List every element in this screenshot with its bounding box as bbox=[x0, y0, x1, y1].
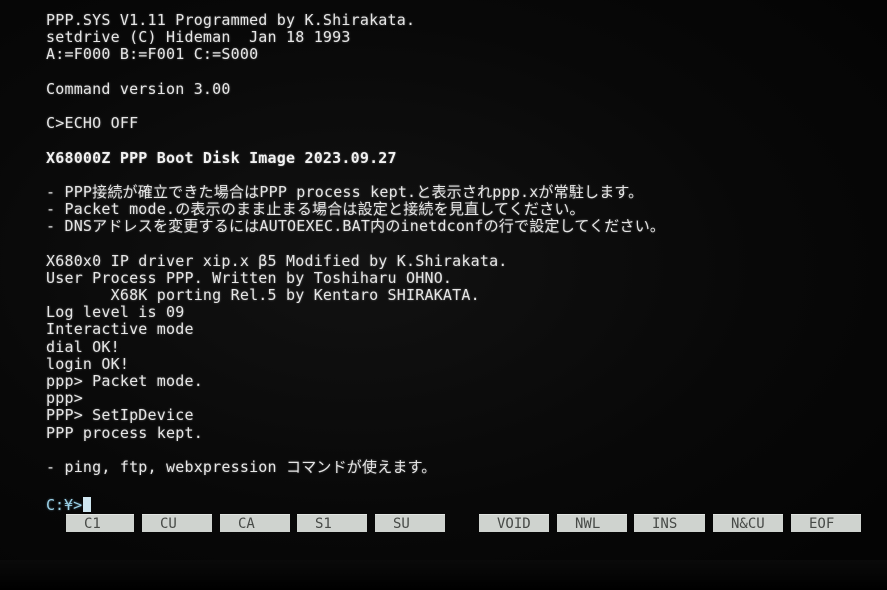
function-key-bar: C1 CU CA S1 SU VOID NWL INS N&CU EOF bbox=[0, 514, 887, 533]
terminal-line: A:=F000 B:=F001 C:=S000 bbox=[46, 45, 259, 64]
terminal-screen: PPP.SYS V1.11 Programmed by K.Shirakata.… bbox=[0, 0, 887, 590]
fkey-eof[interactable]: EOF bbox=[791, 514, 861, 532]
fkey-cu[interactable]: CU bbox=[142, 514, 212, 532]
terminal-line: C>ECHO OFF bbox=[46, 114, 139, 133]
fkey-void[interactable]: VOID bbox=[479, 514, 549, 532]
fkey-ncu[interactable]: N&CU bbox=[713, 514, 783, 532]
terminal-line: - Packet mode.の表示のまま止まる場合は設定と接続を見直してください… bbox=[46, 200, 585, 219]
terminal-line: dial OK! bbox=[46, 337, 120, 356]
terminal-line: X680x0 IP driver xip.x β5 Modified by K.… bbox=[46, 251, 508, 270]
terminal-line: Interactive mode bbox=[46, 320, 194, 339]
terminal-line: setdrive (C) Hideman Jan 18 1993 bbox=[46, 28, 351, 47]
fkey-s1[interactable]: S1 bbox=[297, 514, 367, 532]
terminal-line: - ping, ftp, webxpression コマンドが使えます。 bbox=[46, 457, 437, 476]
terminal-line: - PPP接続が確立できた場合はPPP process kept.と表示されpp… bbox=[46, 182, 644, 201]
terminal-line: X68000Z PPP Boot Disk Image 2023.09.27 bbox=[46, 148, 397, 167]
terminal-line: ppp> bbox=[46, 389, 83, 408]
terminal-line: login OK! bbox=[46, 354, 130, 373]
monitor-bezel bbox=[0, 560, 887, 590]
fkey-su[interactable]: SU bbox=[375, 514, 445, 532]
terminal-line: Log level is 09 bbox=[46, 303, 185, 322]
terminal-line: PPP process kept. bbox=[46, 423, 203, 442]
command-prompt[interactable]: C:¥> bbox=[46, 496, 92, 514]
terminal-line: X68K porting Rel.5 by Kentaro SHIRAKATA. bbox=[46, 286, 480, 304]
terminal-line: - DNSアドレスを変更するにはAUTOEXEC.BAT内のinetdconfの… bbox=[46, 217, 666, 236]
terminal-line: PPP.SYS V1.11 Programmed by K.Shirakata. bbox=[46, 11, 416, 29]
fkey-ins[interactable]: INS bbox=[634, 514, 705, 532]
terminal-line: Command version 3.00 bbox=[46, 79, 231, 98]
terminal-line: User Process PPP. Written by Toshiharu O… bbox=[46, 268, 453, 287]
fkey-ca[interactable]: CA bbox=[220, 514, 290, 532]
fkey-nwl[interactable]: NWL bbox=[557, 514, 627, 532]
prompt-text: C:¥> bbox=[46, 496, 83, 514]
terminal-line: ppp> Packet mode. bbox=[46, 371, 203, 390]
terminal-line: PPP> SetIpDevice bbox=[46, 406, 194, 425]
text-cursor bbox=[83, 497, 92, 512]
fkey-c1[interactable]: C1 bbox=[66, 514, 134, 532]
terminal-output: PPP.SYS V1.11 Programmed by K.Shirakata.… bbox=[46, 11, 666, 476]
